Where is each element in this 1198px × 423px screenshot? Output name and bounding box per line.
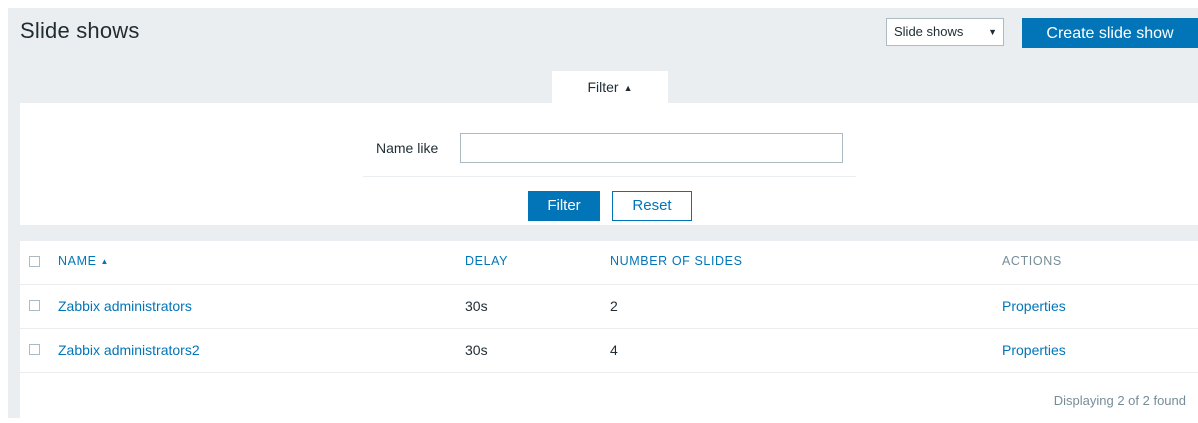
column-header-delay[interactable]: DELAY: [465, 254, 508, 268]
slide-show-name-link[interactable]: Zabbix administrators: [58, 298, 192, 314]
reset-button[interactable]: Reset: [612, 191, 692, 221]
filter-tab-label: Filter: [587, 79, 619, 95]
filter-button[interactable]: Filter: [528, 191, 600, 221]
view-select-value: Slide shows: [894, 24, 964, 39]
slide-show-name-link[interactable]: Zabbix administrators2: [58, 342, 200, 358]
column-header-number-of-slides[interactable]: NUMBER OF SLIDES: [610, 254, 743, 268]
create-slide-show-button[interactable]: Create slide show: [1022, 18, 1198, 48]
view-select[interactable]: Slide shows ▼: [886, 18, 1004, 46]
paging-summary: Displaying 2 of 2 found: [1053, 393, 1186, 408]
column-header-name-label: NAME: [58, 254, 97, 268]
page-title: Slide shows: [20, 18, 140, 43]
name-like-input[interactable]: [460, 133, 843, 163]
table-row: Zabbix administrators 30s 2 Properties: [20, 285, 1198, 329]
slide-shows-table: NAME ▲ DELAY NUMBER OF SLIDES ACTIONS Zab…: [20, 241, 1198, 418]
name-like-label: Name like: [376, 140, 439, 156]
slides-count-value: 2: [610, 298, 618, 314]
column-header-name[interactable]: NAME ▲: [58, 254, 109, 268]
properties-link[interactable]: Properties: [1002, 298, 1066, 314]
filter-divider: [363, 176, 856, 177]
properties-link[interactable]: Properties: [1002, 342, 1066, 358]
filter-tab[interactable]: Filter ▲: [552, 71, 668, 103]
filter-panel: Name like Filter Reset: [20, 103, 1198, 225]
table-row: Zabbix administrators2 30s 4 Properties: [20, 329, 1198, 373]
delay-value: 30s: [465, 298, 488, 314]
page: Slide shows Slide shows ▼ Create slide s…: [8, 8, 1198, 418]
slides-count-value: 4: [610, 342, 618, 358]
row-checkbox[interactable]: [29, 300, 40, 311]
table-header-row: NAME ▲ DELAY NUMBER OF SLIDES ACTIONS: [20, 241, 1198, 285]
collapse-triangle-icon: ▲: [623, 83, 633, 93]
dropdown-arrow-icon: ▼: [988, 27, 997, 37]
page-header: Slide shows Slide shows ▼ Create slide s…: [8, 8, 1198, 58]
sort-ascending-icon: ▲: [100, 257, 110, 266]
delay-value: 30s: [465, 342, 488, 358]
column-header-actions: ACTIONS: [1002, 254, 1062, 268]
row-checkbox[interactable]: [29, 344, 40, 355]
select-all-checkbox[interactable]: [29, 256, 40, 267]
